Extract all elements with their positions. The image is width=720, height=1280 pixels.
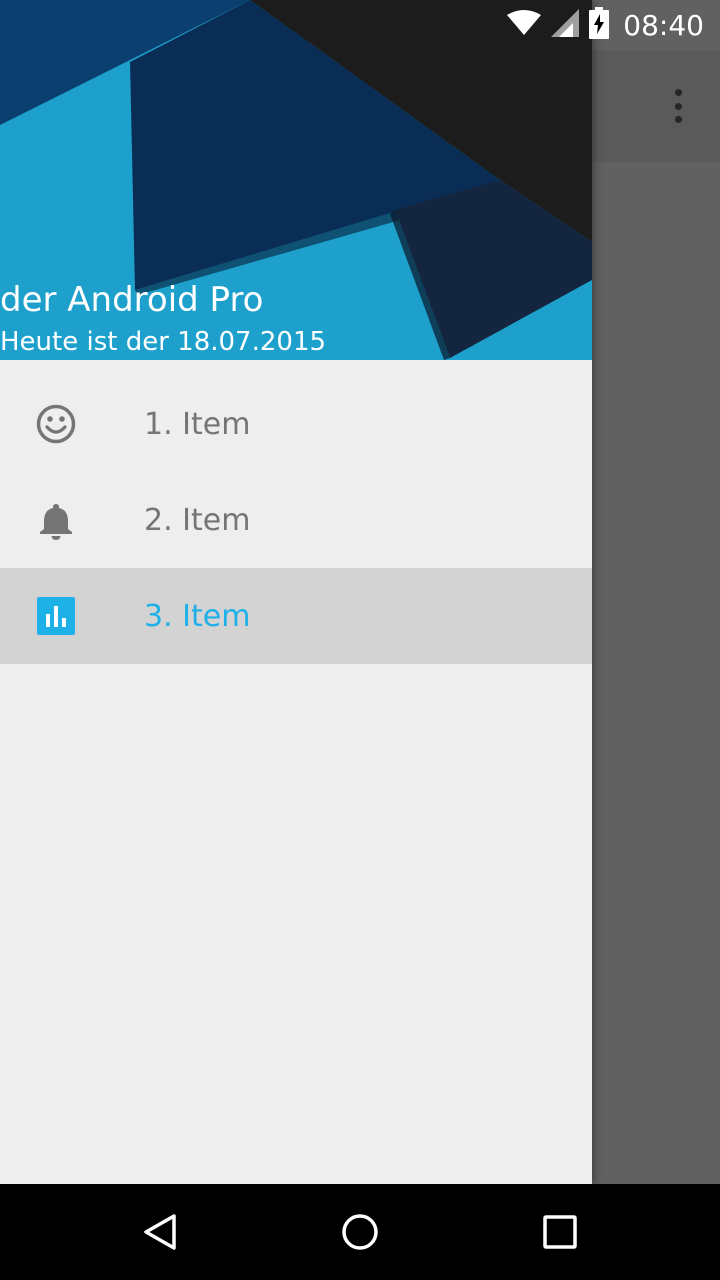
drawer-item-label: 1. Item — [144, 406, 251, 442]
navigation-drawer: der Android Pro Heute ist der 18.07.2015… — [0, 0, 592, 1184]
bar-chart-icon — [36, 596, 76, 636]
wifi-icon — [507, 10, 542, 40]
header-title: der Android Pro — [0, 280, 264, 320]
home-icon[interactable] — [336, 1208, 384, 1256]
system-nav-bar — [0, 1184, 720, 1280]
drawer-header: der Android Pro Heute ist der 18.07.2015 — [0, 0, 592, 360]
drawer-item-label: 3. Item — [144, 598, 251, 634]
recents-icon[interactable] — [536, 1208, 584, 1256]
cellular-signal-icon — [551, 9, 580, 41]
drawer-item-3[interactable]: 3. Item — [0, 568, 592, 664]
status-bar: 08:40 — [0, 0, 720, 50]
more-vert-icon[interactable] — [664, 84, 692, 128]
bell-icon — [36, 500, 76, 540]
smiley-face-icon — [36, 404, 76, 444]
battery-charging-icon — [589, 7, 610, 43]
header-subtitle: Heute ist der 18.07.2015 — [0, 327, 327, 357]
back-icon[interactable] — [136, 1208, 184, 1256]
drawer-item-1[interactable]: 1. Item — [0, 376, 592, 472]
status-time: 08:40 — [623, 8, 704, 42]
drawer-item-label: 2. Item — [144, 502, 251, 538]
drawer-menu: 1. Item 2. Item 3. Item — [0, 376, 592, 664]
drawer-item-2[interactable]: 2. Item — [0, 472, 592, 568]
